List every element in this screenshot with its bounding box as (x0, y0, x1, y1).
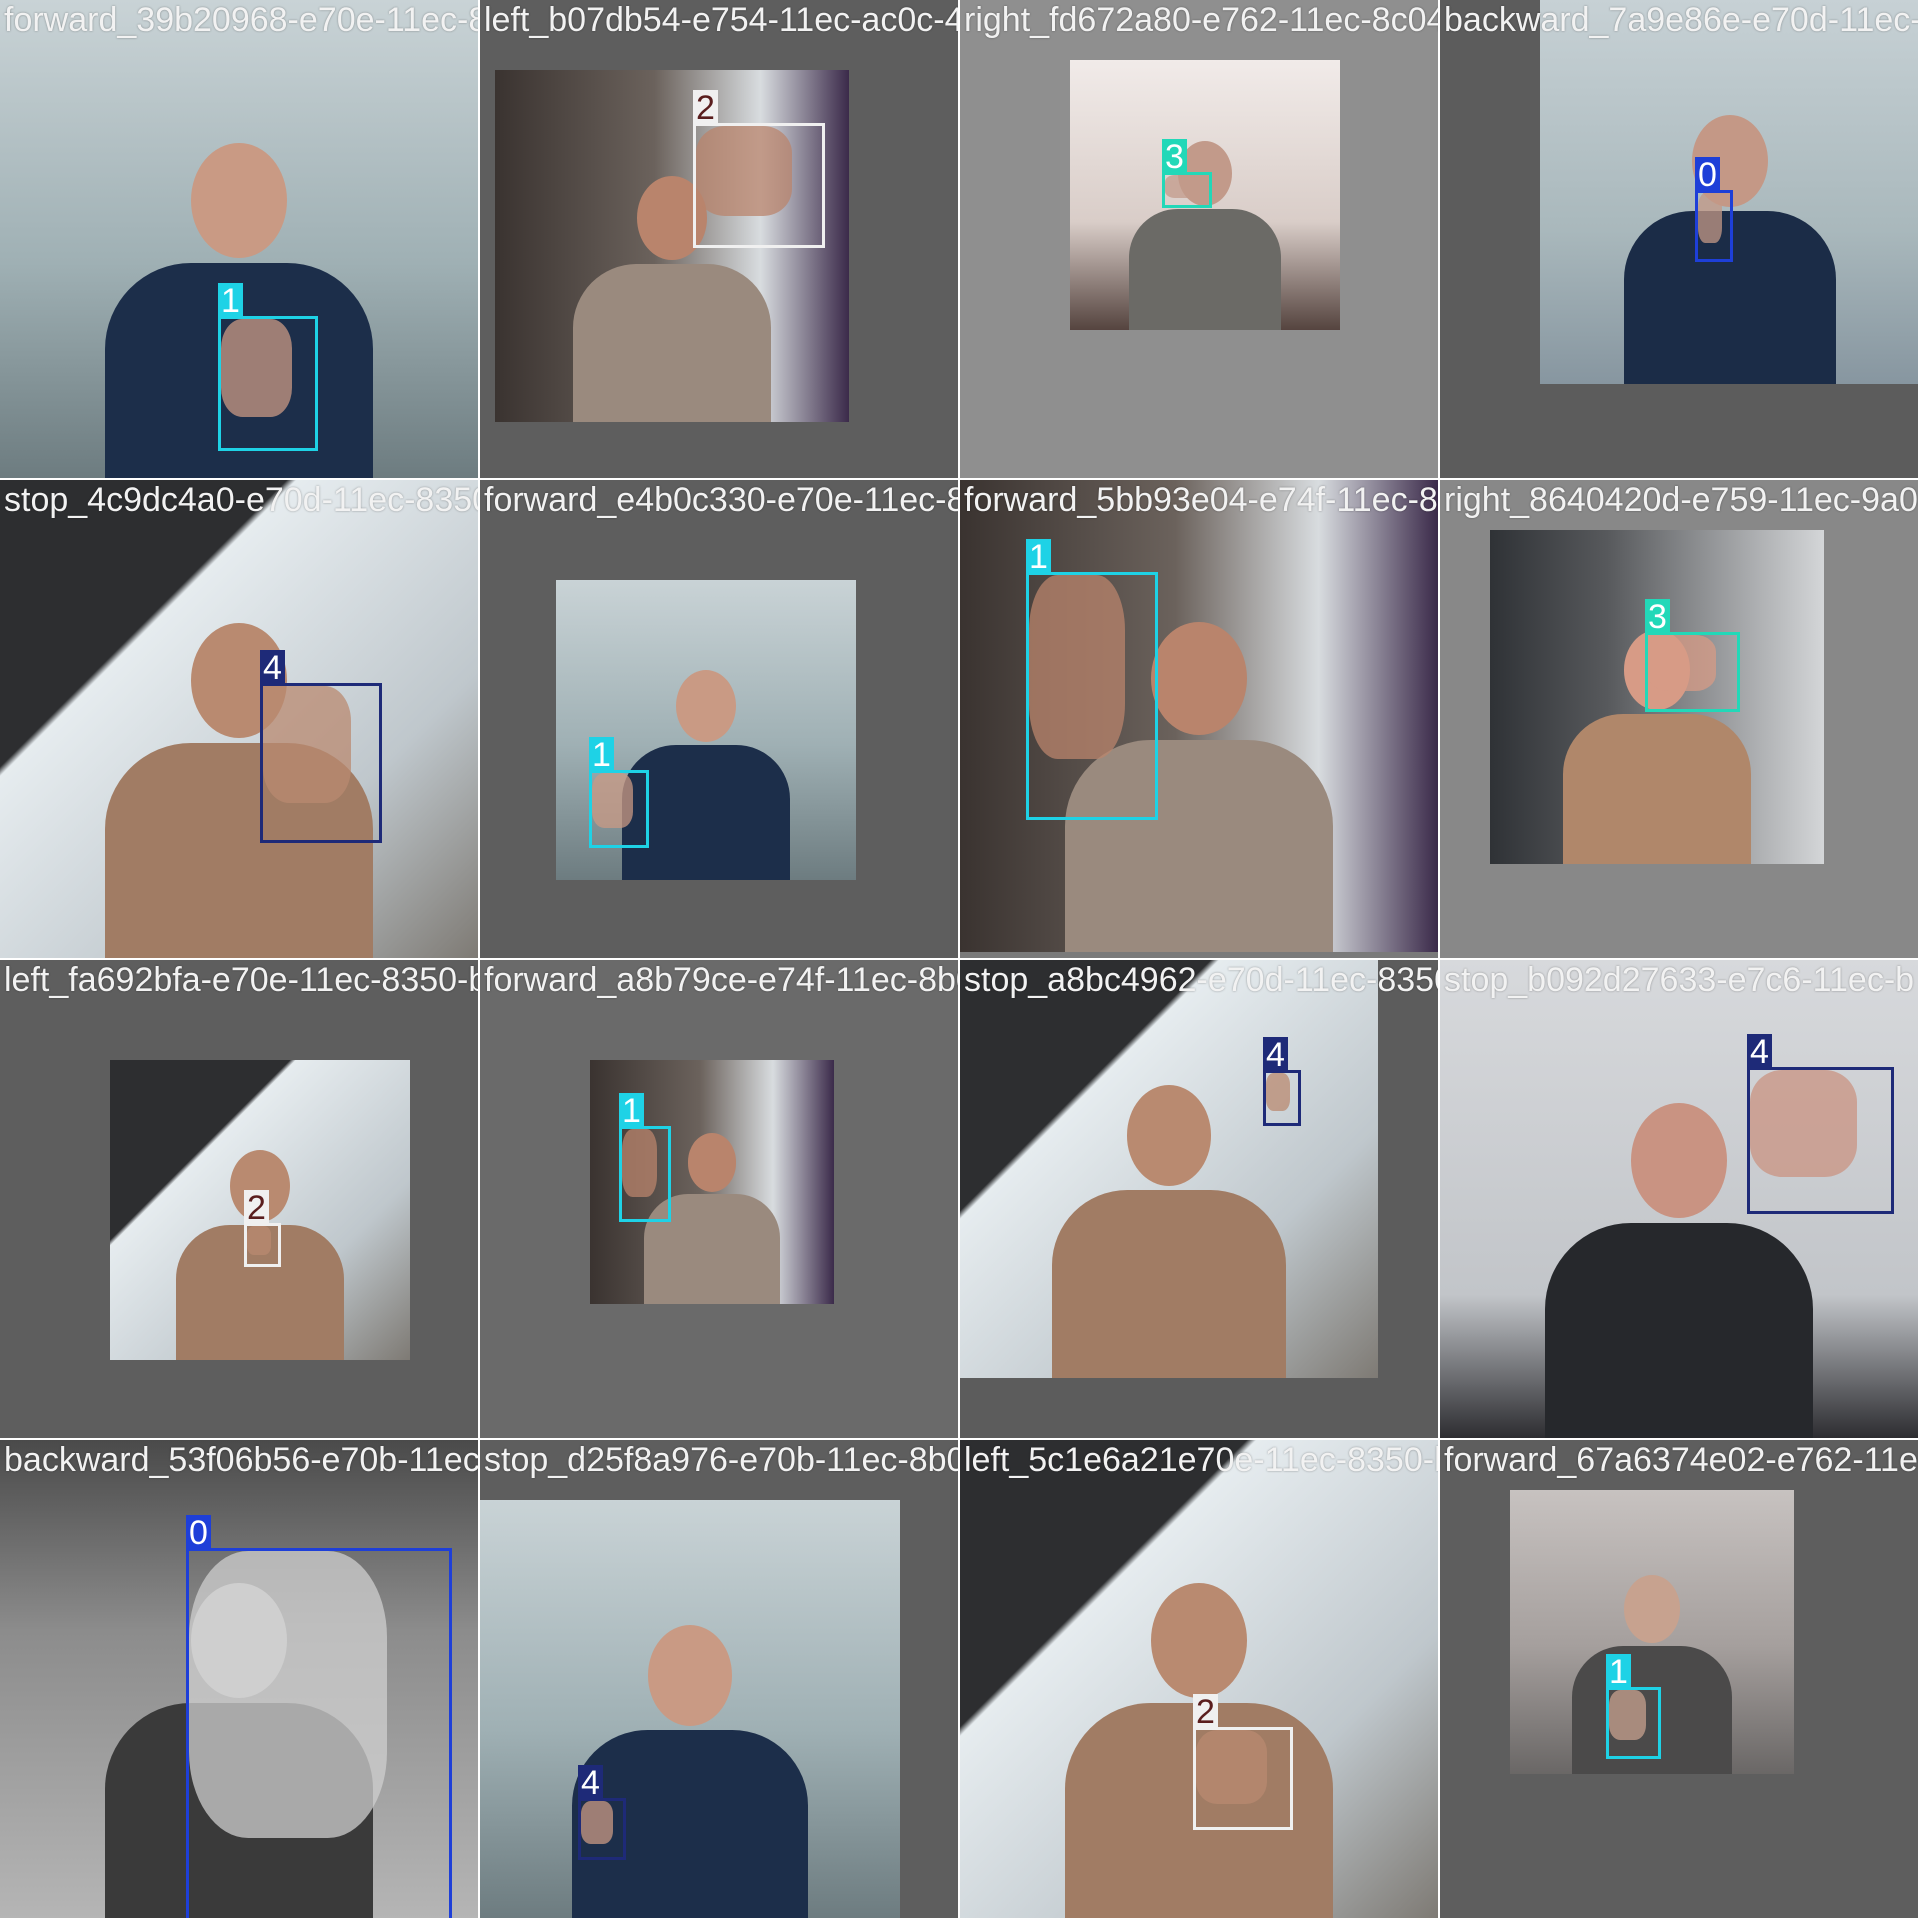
hand-region (221, 319, 293, 418)
detection-box-stop: 4 (1263, 1037, 1301, 1126)
tile-filename-caption: forward_39b20968-e70e-11ec-8b00-25f805e7 (4, 1, 478, 39)
tile-filename-caption: backward_7a9e86e-e70d-11ec-8b00-25f8 (1444, 1, 1918, 39)
mosaic-tile: 0 backward_53f06b56-e70b-11ec-8b00-25f8 (0, 1440, 478, 1918)
tile-filename-caption: left_b07db54-e754-11ec-ac0c-4974e2a8 (484, 1, 958, 39)
class-id-label: 4 (578, 1765, 603, 1801)
person-head (1631, 1103, 1727, 1219)
tile-filename-caption: forward_5bb93e04-e74f-11ec-8b00-25f8 (964, 481, 1438, 519)
detection-box-stop: 4 (1747, 1034, 1894, 1214)
mosaic-tile: 2 left_5c1e6a21e70e-11ec-8350-bd4690e338 (960, 1440, 1438, 1918)
hand-region (189, 1551, 387, 1839)
tile-filename-caption: forward_67a6374e02-e762-11ec (1444, 1441, 1918, 1479)
hand-region (1029, 575, 1125, 759)
mosaic-tile: 1 forward_a8b79ce-e74f-11ec-8b00-25f8 (480, 960, 958, 1438)
mosaic-tile: 3 right_fd672a80-e762-11ec-8c04-a74775fa (960, 0, 1438, 478)
mosaic-tile: 2 left_b07db54-e754-11ec-ac0c-4974e2a8 (480, 0, 958, 478)
tile-filename-caption: left_fa692bfa-e70e-11ec-8350-bd4690e338 (4, 961, 478, 999)
person-head (1151, 621, 1247, 735)
tile-photo (0, 480, 478, 958)
person-torso (1129, 208, 1281, 330)
tile-filename-caption: stop_d25f8a976-e70b-11ec-8b00-25f8 (484, 1441, 958, 1479)
tile-filename-caption: right_fd672a80-e762-11ec-8c04-a74775fa (964, 1, 1438, 39)
hand-region (622, 1129, 657, 1198)
tile-filename-caption: forward_a8b79ce-e74f-11ec-8b00-25f8 (484, 961, 958, 999)
class-id-label: 4 (1263, 1037, 1288, 1073)
tile-photo (480, 1500, 900, 1918)
mosaic-tile: 3 right_8640420d-e759-11ec-9a04-d07 (1440, 480, 1918, 958)
class-id-label: 2 (1193, 1694, 1218, 1730)
tile-filename-caption: left_5c1e6a21e70e-11ec-8350-bd4690e338 (964, 1441, 1438, 1479)
tile-photo (960, 960, 1378, 1378)
mosaic-tile: 4 stop_4c9dc4a0-e70d-11ec-8350-bd4690e338 (0, 480, 478, 958)
class-id-label: 4 (260, 650, 285, 686)
mosaic-tile: 1 forward_67a6374e02-e762-11ec (1440, 1440, 1918, 1918)
hand-region (1648, 635, 1716, 692)
mosaic-tile: 0 backward_7a9e86e-e70d-11ec-8b00-25f8 (1440, 0, 1918, 478)
detection-box-right: 3 (1645, 599, 1740, 712)
person-head (687, 1133, 737, 1192)
class-id-label: 1 (218, 283, 243, 319)
detection-box-stop: 4 (260, 650, 382, 843)
detection-box-forward: 1 (619, 1093, 671, 1222)
tile-filename-caption: right_8640420d-e759-11ec-9a04-d07 (1444, 481, 1918, 519)
hand-region (581, 1801, 613, 1844)
mosaic-tile: 1 forward_5bb93e04-e74f-11ec-8b00-25f8 (960, 480, 1438, 958)
class-id-label: 3 (1162, 139, 1187, 175)
hand-region (592, 773, 634, 828)
person-torso (1051, 1189, 1287, 1378)
class-id-label: 0 (1695, 157, 1720, 193)
hand-region (247, 1226, 271, 1255)
detection-box-backward: 0 (1695, 157, 1733, 262)
class-id-label: 2 (693, 90, 718, 126)
class-id-label: 2 (244, 1190, 269, 1226)
detection-box-stop: 4 (578, 1765, 626, 1860)
hand-region (1266, 1073, 1291, 1111)
tile-filename-caption: backward_53f06b56-e70b-11ec-8b00-25f8 (4, 1441, 478, 1479)
hand-region (263, 686, 352, 804)
detection-box-right: 3 (1162, 139, 1212, 208)
class-id-label: 1 (1026, 539, 1051, 575)
class-id-label: 1 (589, 737, 614, 773)
detection-box-left: 2 (693, 90, 825, 248)
person-torso (1563, 713, 1751, 864)
mosaic-tile: 4 stop_a8bc4962-e70d-11ec-8350-bd4690e338 (960, 960, 1438, 1438)
person-head (648, 1625, 732, 1726)
person-head (1151, 1583, 1247, 1699)
class-id-label: 3 (1645, 599, 1670, 635)
detection-box-backward: 0 (186, 1515, 452, 1918)
tile-filename-caption: stop_4c9dc4a0-e70d-11ec-8350-bd4690e338 (4, 481, 478, 519)
person-head (191, 143, 287, 259)
detection-box-left: 2 (244, 1190, 281, 1267)
tile-filename-caption: stop_a8bc4962-e70d-11ec-8350-bd4690e338 (964, 961, 1438, 999)
hand-region (1165, 175, 1199, 198)
hand-region (1750, 1070, 1858, 1178)
detection-box-left: 2 (1193, 1694, 1293, 1830)
mosaic-tile: 1 forward_39b20968-e70e-11ec-8b00-25f805e… (0, 0, 478, 478)
detection-mosaic: 1 forward_39b20968-e70e-11ec-8b00-25f805e… (0, 0, 1920, 1920)
detection-box-forward: 1 (589, 737, 649, 848)
person-head (1127, 1085, 1211, 1186)
class-id-label: 4 (1747, 1034, 1772, 1070)
hand-region (1609, 1690, 1647, 1741)
tile-filename-caption: forward_e4b0c330-e70e-11ec-8b00-25f8 (484, 481, 958, 519)
tile-photo (960, 1440, 1438, 1918)
person-head (676, 670, 736, 742)
hand-region (696, 126, 792, 217)
tile-filename-caption: stop_b092d27633-e7c6-11ec-b (1444, 961, 1915, 999)
hand-region (1698, 193, 1723, 244)
mosaic-tile: 2 left_fa692bfa-e70e-11ec-8350-bd4690e338 (0, 960, 478, 1438)
mosaic-tile: 4 stop_d25f8a976-e70b-11ec-8b00-25f8 (480, 1440, 958, 1918)
mosaic-tile: 1 forward_e4b0c330-e70e-11ec-8b00-25f8 (480, 480, 958, 958)
mosaic-tile: 4 stop_b092d27633-e7c6-11ec-b (1440, 960, 1918, 1438)
class-id-label: 1 (619, 1093, 644, 1129)
detection-box-forward: 1 (1606, 1654, 1661, 1759)
class-id-label: 0 (186, 1515, 211, 1551)
detection-box-forward: 1 (218, 283, 318, 451)
person-torso (572, 263, 772, 422)
person-torso (1545, 1222, 1813, 1438)
hand-region (1196, 1730, 1268, 1804)
class-id-label: 1 (1606, 1654, 1631, 1690)
detection-box-forward: 1 (1026, 539, 1158, 820)
